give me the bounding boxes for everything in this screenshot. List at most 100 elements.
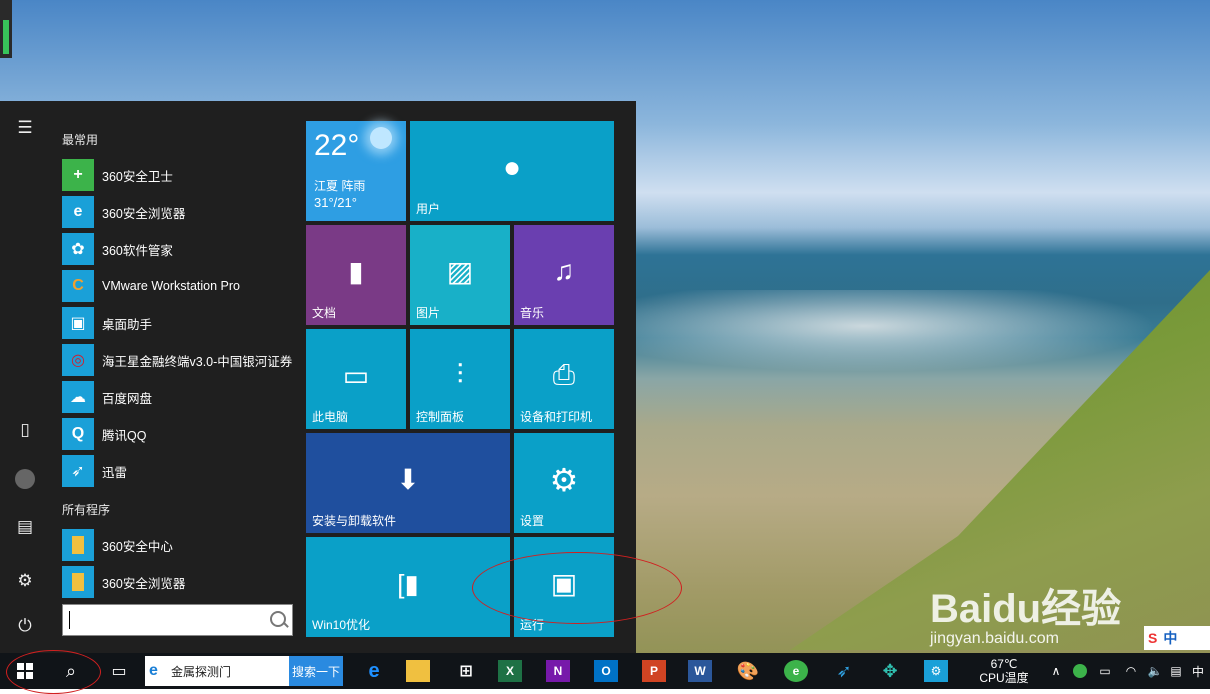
tile-label: 安装与卸载软件	[312, 514, 397, 528]
folder-icon	[62, 529, 94, 561]
app-item[interactable]: 360安全中心	[62, 528, 298, 562]
wifi-icon[interactable]: ◠	[1120, 653, 1142, 689]
tile-weather[interactable]: 22° 江夏 阵雨 31°/21°	[306, 121, 406, 221]
ime-badge[interactable]: S中	[1144, 626, 1210, 650]
battery-icon[interactable]: ▭	[1094, 653, 1116, 689]
search-go-button[interactable]: 搜索一下	[289, 656, 343, 686]
baidu-watermark-url: jingyan.baidu.com	[930, 630, 1059, 647]
weather-range: 31°/21°	[314, 195, 357, 210]
app-item[interactable]: C VMware Workstation Pro	[62, 269, 298, 303]
taskbar: ⌕ ▭ e 金属探测门 搜索一下 e ⊞ X N O P W 🎨 e ➶ ✥ ⚙…	[0, 653, 1210, 689]
tile-label: 控制面板	[416, 410, 465, 424]
tile-label: 文档	[312, 306, 337, 320]
app-item[interactable]: ▣ 桌面助手	[62, 306, 298, 340]
sun-icon	[370, 127, 392, 149]
settings-taskbar-icon[interactable]: ⚙	[922, 653, 950, 689]
app-label: 360安全浏览器	[102, 206, 186, 221]
qq-icon: Q	[62, 418, 94, 450]
monitor-icon: ▭	[342, 360, 370, 391]
360-browser-taskbar-icon[interactable]: e	[782, 653, 810, 689]
tile-music[interactable]: ♫ 音乐	[514, 225, 614, 325]
app-item[interactable]: ➶ 迅雷	[62, 454, 298, 488]
ime-indicator[interactable]: 中	[1188, 653, 1208, 689]
address-text: 金属探测门	[171, 664, 232, 679]
cpu-temp-label: CPU温度	[979, 671, 1029, 685]
onenote-icon[interactable]: N	[544, 653, 572, 689]
app-item[interactable]: Q 腾讯QQ	[62, 417, 298, 451]
app-label: 桌面助手	[102, 317, 153, 332]
powerpoint-icon[interactable]: P	[640, 653, 668, 689]
settings-gear-icon[interactable]: ⚙	[12, 568, 38, 594]
app-label: 腾讯QQ	[102, 428, 147, 443]
power-icon[interactable]: ⏻	[12, 613, 38, 639]
indicator-bar	[0, 0, 12, 58]
app-label: 百度网盘	[102, 391, 153, 406]
user-icon: ●	[502, 151, 522, 184]
paint-icon[interactable]: 🎨	[734, 653, 762, 689]
hamburger-menu-icon[interactable]: ☰	[12, 115, 38, 141]
volume-icon[interactable]: 🔈	[1144, 653, 1166, 689]
install-box-icon: ⬇	[396, 464, 420, 495]
all-programs-header: 所有程序	[62, 503, 111, 517]
app-item[interactable]: + 360安全卫士	[62, 158, 298, 192]
xunlei-taskbar-icon[interactable]: ➶	[830, 653, 858, 689]
edge-icon[interactable]: e	[360, 653, 388, 689]
app-item[interactable]: e 360安全浏览器	[62, 195, 298, 229]
file-explorer-icon[interactable]: ▤	[12, 514, 38, 540]
tile-user[interactable]: ● 用户	[410, 121, 614, 221]
360-browser-icon: e	[62, 196, 94, 228]
tile-documents[interactable]: ▮ 文档	[306, 225, 406, 325]
notification-icon[interactable]: ▤	[1166, 653, 1186, 689]
xunlei-icon: ➶	[62, 455, 94, 487]
tile-devices-printers[interactable]: ⎙ 设备和打印机	[514, 329, 614, 429]
start-rail: ☰ ▯ ▤ ⚙ ⏻	[0, 101, 50, 653]
tablet-mode-icon[interactable]: ▯	[12, 417, 38, 443]
tile-install-uninstall[interactable]: ⬇ 安装与卸载软件	[306, 433, 510, 533]
store-icon[interactable]: ⊞	[452, 653, 480, 689]
app-item[interactable]: 360安全浏览器	[62, 565, 298, 599]
headphones-icon: ♫	[553, 255, 575, 286]
start-search-input[interactable]	[62, 604, 293, 636]
app-label: 海王星金融终端v3.0-中国银河证券	[102, 354, 293, 369]
app-list: 最常用 + 360安全卫士 e 360安全浏览器 ✿ 360软件管家 C VMw…	[50, 101, 300, 653]
tile-settings[interactable]: ⚙ 设置	[514, 433, 614, 533]
app-item[interactable]: ◎ 海王星金融终端v3.0-中国银河证券	[62, 343, 298, 377]
document-icon: ▮	[348, 256, 364, 287]
gear-icon: ⚙	[549, 462, 579, 498]
app-item[interactable]: ☁ 百度网盘	[62, 380, 298, 414]
vmware-icon: C	[62, 270, 94, 302]
tile-this-pc[interactable]: ▭ 此电脑	[306, 329, 406, 429]
highlight-circle	[472, 552, 682, 624]
tile-label: 此电脑	[312, 410, 349, 424]
tray-expand-icon[interactable]: ∧	[1046, 653, 1066, 689]
network-app-icon[interactable]: ✥	[876, 653, 904, 689]
360-software-manager-icon: ✿	[62, 233, 94, 265]
tile-label: 设备和打印机	[520, 410, 593, 424]
text-caret	[69, 611, 70, 629]
search-icon[interactable]	[270, 611, 286, 627]
tray-360-icon[interactable]	[1070, 653, 1090, 689]
folder-icon	[62, 566, 94, 598]
excel-icon[interactable]: X	[496, 653, 524, 689]
cpu-temp-widget[interactable]: 67℃ CPU温度	[968, 653, 1040, 689]
tile-control-panel[interactable]: ⫶ 控制面板	[410, 329, 510, 429]
tile-label: 用户	[416, 202, 441, 216]
address-bar[interactable]: e 金属探测门	[145, 656, 289, 686]
weather-city: 江夏 阵雨	[314, 179, 366, 193]
outlook-icon[interactable]: O	[592, 653, 620, 689]
task-view-icon[interactable]: ▭	[100, 653, 138, 689]
app-label: 迅雷	[102, 465, 128, 480]
app-item[interactable]: ✿ 360软件管家	[62, 232, 298, 266]
word-icon[interactable]: W	[686, 653, 714, 689]
desktop-assistant-icon: ▣	[62, 307, 94, 339]
app-label: 360安全浏览器	[102, 576, 186, 591]
tile-pictures[interactable]: ▨ 图片	[410, 225, 510, 325]
user-avatar-icon[interactable]	[12, 465, 38, 491]
tile-label: 音乐	[520, 306, 545, 320]
explorer-icon[interactable]	[404, 653, 432, 689]
app-label: 360安全中心	[102, 539, 173, 554]
neptune-finance-icon: ◎	[62, 344, 94, 376]
app-label: VMware Workstation Pro	[102, 279, 241, 293]
baidu-netdisk-icon: ☁	[62, 381, 94, 413]
printer-icon: ⎙	[552, 359, 576, 390]
